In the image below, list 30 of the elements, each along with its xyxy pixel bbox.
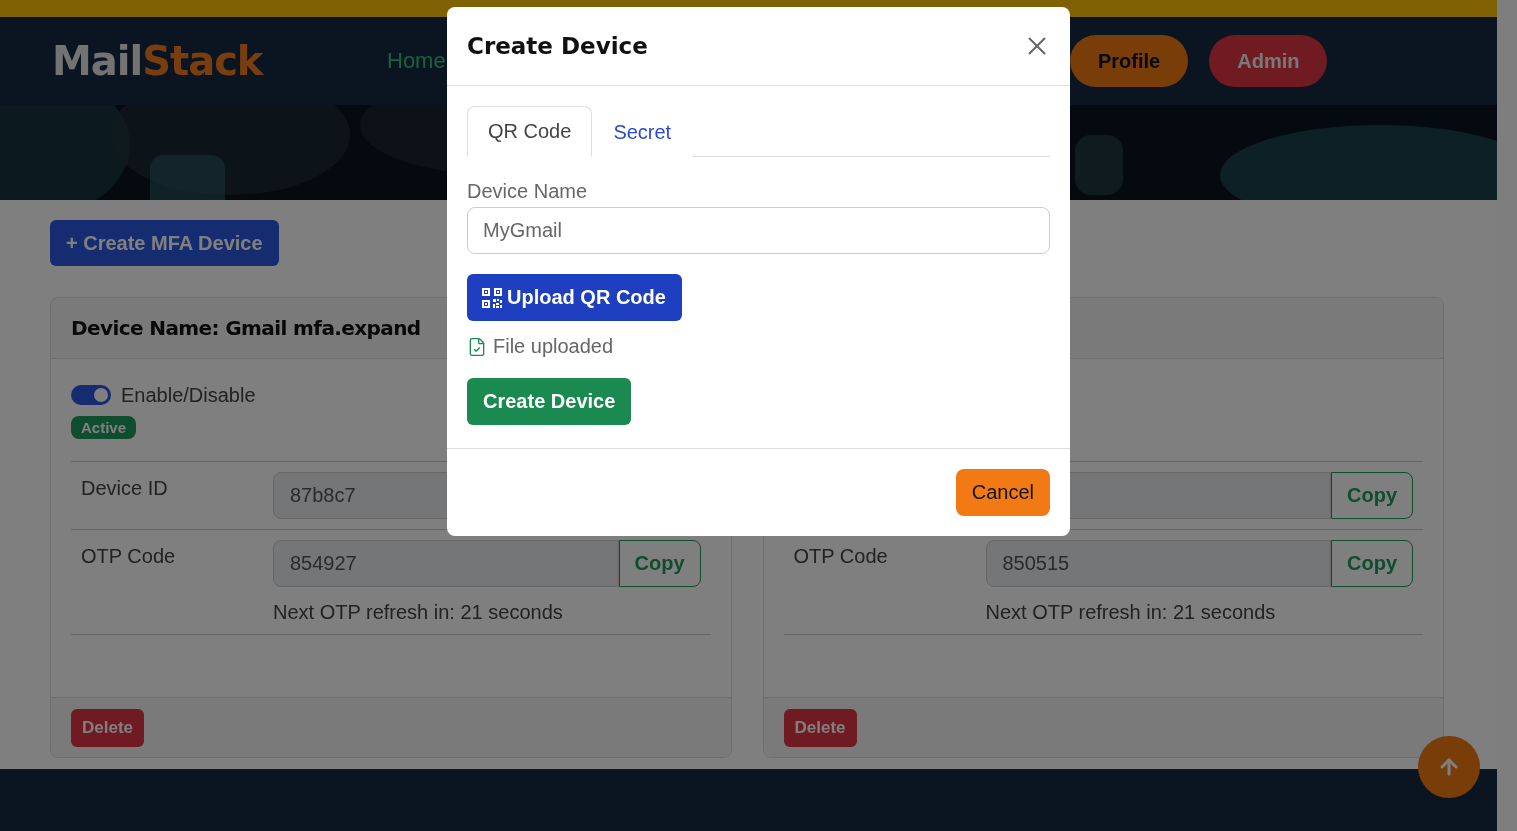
status-badge: Active [71, 416, 137, 439]
logo[interactable]: MailStack [52, 38, 387, 84]
file-status: File uploaded [493, 335, 614, 358]
modal-title: Create Device [467, 33, 648, 59]
file-check-icon [467, 336, 487, 357]
delete-button[interactable]: Delete [783, 708, 857, 747]
copy-button[interactable]: Copy [1331, 472, 1413, 519]
refresh-note: Next OTP refresh in: 21 seconds [985, 601, 1277, 624]
field-label: Device Name [467, 180, 589, 203]
refresh-note: Next OTP refresh in: 21 seconds [273, 601, 564, 624]
copy-button[interactable]: Copy [618, 540, 701, 587]
upload-qr-code-button[interactable]: Upload QR Code [467, 274, 682, 321]
device-name-title: Device Name: Gmail mfa.expand [71, 316, 421, 340]
create-mfa-device-button[interactable]: + Create MFA Device [50, 220, 279, 266]
toggle-label: Enable/Disable [121, 383, 256, 407]
admin-button[interactable]: Admin [1209, 35, 1328, 87]
field-label: OTP Code [793, 544, 889, 569]
cancel-button[interactable]: Cancel [955, 469, 1050, 516]
device-name-input[interactable]: MyGmail [467, 207, 1050, 254]
create-device-button[interactable]: Create Device [467, 378, 632, 425]
field-label: OTP Code [81, 544, 177, 569]
field-label: Device ID [81, 476, 169, 501]
readonly-field[interactable]: 854927 [273, 540, 619, 587]
profile-button[interactable]: Profile [1070, 35, 1189, 87]
readonly-field[interactable]: 850515 [985, 540, 1331, 587]
toggle-switch[interactable] [71, 385, 111, 405]
tab[interactable]: QR Code [467, 106, 593, 157]
copy-button[interactable]: Copy [1331, 540, 1413, 587]
qr-code-icon [481, 286, 503, 309]
delete-button[interactable]: Delete [71, 708, 145, 747]
